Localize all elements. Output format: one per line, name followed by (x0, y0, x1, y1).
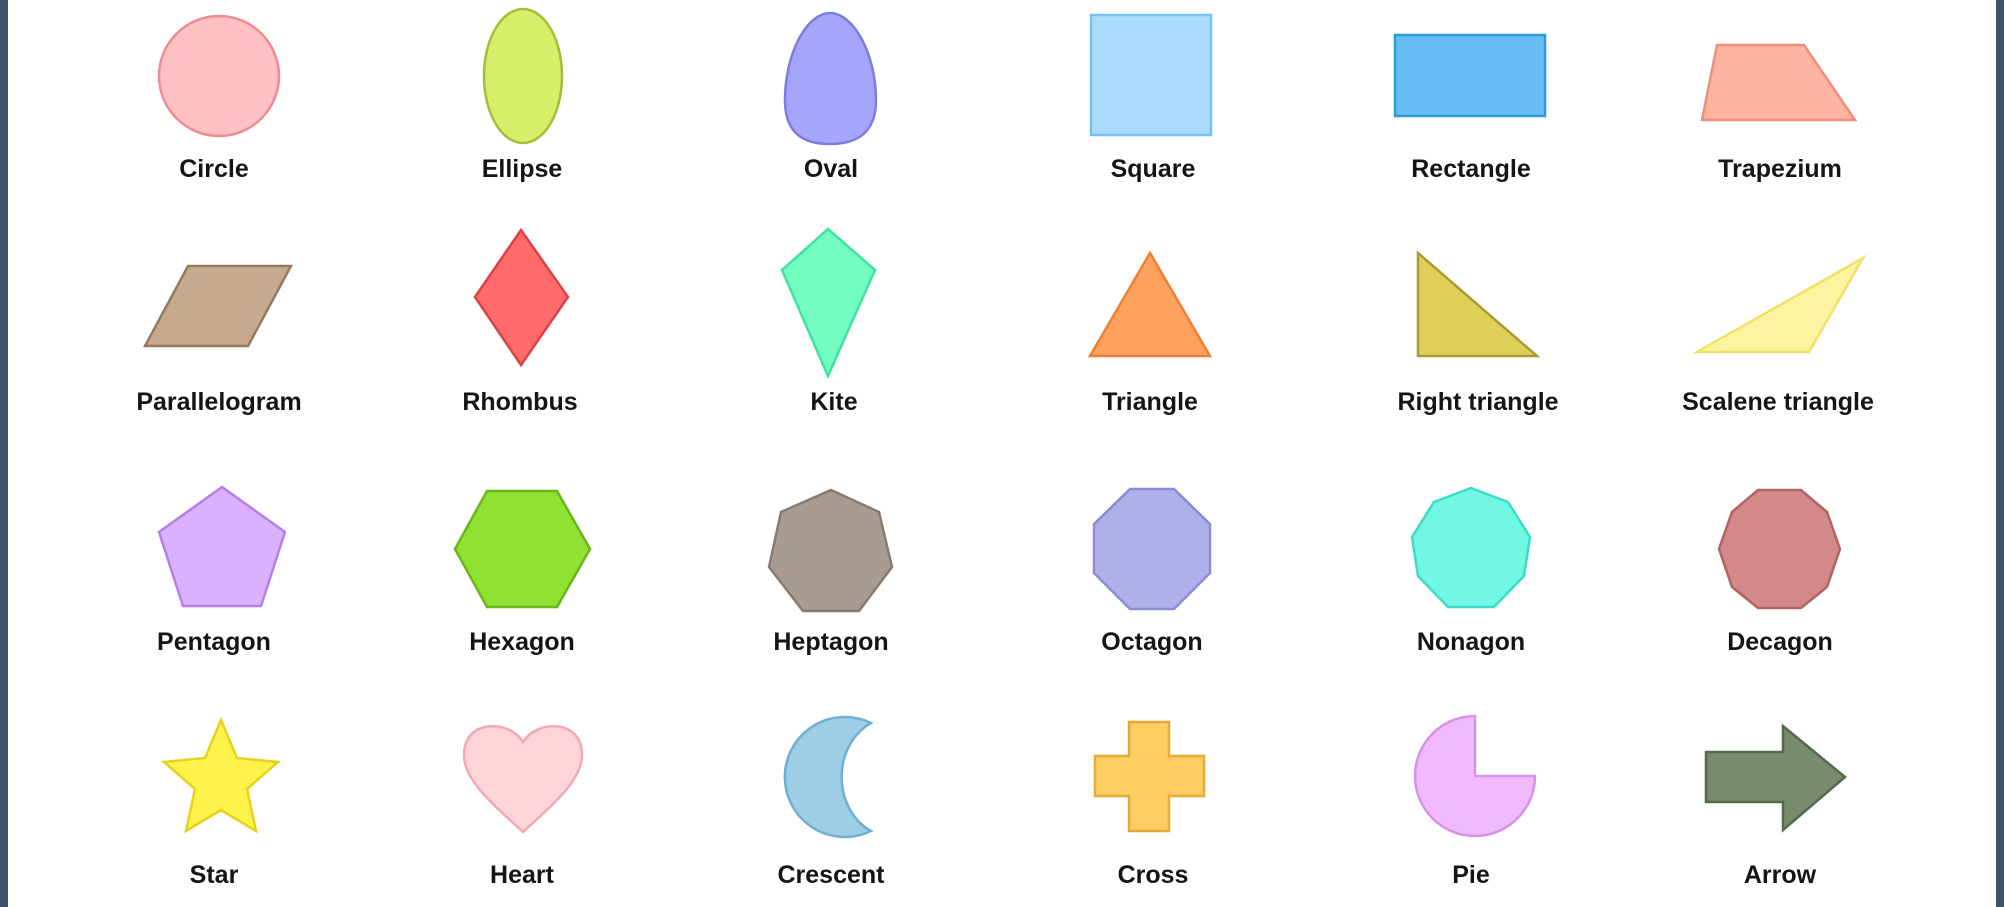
shape-label-nonagon: Nonagon (1416, 628, 1526, 656)
octagon-shape (1092, 487, 1212, 611)
shape-label-square: Square (1110, 155, 1196, 183)
pie-shape (1413, 714, 1537, 838)
shape-label-pie: Pie (1452, 861, 1490, 889)
triangle-shape (1087, 250, 1213, 358)
square-shape (1089, 13, 1213, 137)
shape-label-cross: Cross (1117, 861, 1189, 889)
circle-shape (157, 14, 281, 138)
shape-label-crescent: Crescent (777, 861, 885, 889)
shape-label-triangle: Triangle (1102, 388, 1198, 416)
right-triangle-shape (1416, 250, 1541, 358)
shape-label-octagon: Octagon (1101, 628, 1203, 656)
rectangle-shape (1393, 33, 1547, 118)
trapezium-shape (1700, 43, 1858, 122)
shape-label-trapezium: Trapezium (1718, 155, 1842, 183)
decagon-shape (1717, 488, 1842, 610)
heptagon-shape (767, 488, 894, 613)
star-shape (160, 716, 282, 834)
shape-label-pentagon: Pentagon (157, 628, 271, 656)
shape-label-rectangle: Rectangle (1411, 155, 1531, 183)
scalene-triangle-shape (1692, 254, 1867, 354)
shape-label-scalene-triangle: Scalene triangle (1682, 388, 1874, 416)
shape-label-kite: Kite (810, 388, 858, 416)
rhombus-shape (473, 227, 570, 368)
crescent-shape (783, 715, 874, 839)
shape-label-parallelogram: Parallelogram (136, 388, 302, 416)
cross-shape (1093, 720, 1206, 833)
shape-label-decagon: Decagon (1727, 628, 1833, 656)
shapes-canvas (142, 7, 1867, 839)
arrow-shape (1704, 723, 1847, 833)
heart-shape (462, 724, 584, 834)
nonagon-shape (1410, 486, 1532, 609)
shape-label-ellipse: Ellipse (481, 155, 563, 183)
shape-label-heptagon: Heptagon (773, 628, 889, 656)
shape-label-heart: Heart (490, 861, 554, 889)
pentagon-shape (157, 485, 287, 608)
shape-label-rhombus: Rhombus (462, 388, 578, 416)
hexagon-shape (453, 489, 592, 609)
shape-label-right-triangle: Right triangle (1397, 388, 1559, 416)
oval-shape (783, 11, 878, 146)
shape-label-star: Star (189, 861, 239, 889)
shape-label-hexagon: Hexagon (469, 628, 575, 656)
shape-label-circle: Circle (179, 155, 249, 183)
shape-label-arrow: Arrow (1743, 861, 1817, 889)
ellipse-shape (482, 7, 564, 145)
kite-shape (780, 227, 877, 380)
parallelogram-shape (142, 264, 294, 348)
shape-label-oval: Oval (803, 155, 859, 183)
